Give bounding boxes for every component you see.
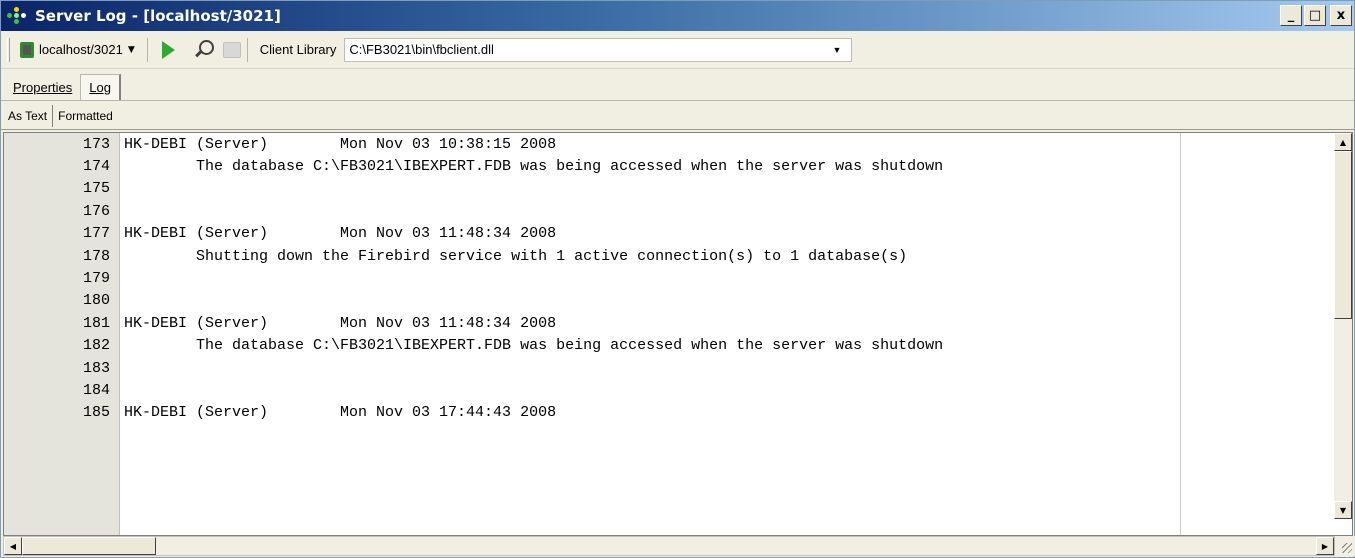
toolbar-separator-2: [246, 37, 248, 62]
view-tabs: As Text Formatted: [1, 102, 1354, 130]
toolbar-grip[interactable]: [7, 37, 10, 62]
line-number: 175: [82, 180, 110, 198]
log-lines: 173 HK-DEBI (Server) Mon Nov 03 10:38:15 …: [4, 133, 1326, 424]
window-title: Server Log - [localhost/3021]: [35, 7, 281, 25]
line-number: 176: [82, 202, 110, 220]
log-line-text: HK-DEBI (Server) Mon Nov 03 11:48:34 200…: [124, 225, 557, 243]
tab-properties-label: Properties: [13, 79, 73, 95]
horizontal-scroll-thumb[interactable]: [22, 537, 156, 555]
log-line: 180: [4, 290, 1326, 312]
line-number: 185: [82, 404, 110, 422]
play-icon[interactable]: [161, 40, 175, 59]
log-line: 184: [4, 379, 1326, 401]
scroll-up-button[interactable]: ▲: [1334, 133, 1352, 151]
log-line: 178 Shutting down the Firebird service w…: [4, 245, 1326, 267]
line-number: 174: [82, 158, 110, 176]
close-button[interactable]: x: [1330, 5, 1352, 26]
maximize-button[interactable]: □: [1304, 5, 1326, 26]
log-viewer[interactable]: 173 HK-DEBI (Server) Mon Nov 03 10:38:15 …: [3, 132, 1353, 536]
log-line: 185 HK-DEBI (Server) Mon Nov 03 17:44:43 …: [4, 402, 1326, 424]
database-icon: [20, 41, 34, 58]
line-number: 179: [82, 270, 110, 288]
log-line: 175: [4, 178, 1326, 200]
line-number: 183: [82, 359, 110, 377]
main-tabs: Properties Log: [1, 69, 1354, 101]
tab-log[interactable]: Log: [80, 74, 121, 100]
line-number: 178: [82, 247, 110, 265]
scroll-right-button[interactable]: ▶: [1316, 537, 1334, 555]
tab-as-text[interactable]: As Text: [3, 104, 54, 127]
log-line: 176: [4, 200, 1326, 222]
tab-properties[interactable]: Properties: [5, 74, 80, 100]
vertical-scrollbar[interactable]: ▲ ▼: [1334, 133, 1352, 519]
chevron-down-icon: ▼: [127, 44, 135, 55]
line-number: 182: [82, 337, 110, 355]
line-number: 177: [82, 225, 110, 243]
toolbar: localhost/3021 ▼ Client Library C:\FB302…: [1, 31, 1354, 69]
line-number: 180: [82, 292, 110, 310]
client-library-value: C:\FB3021\bin\fbclient.dll: [349, 42, 494, 57]
line-number: 173: [82, 135, 110, 153]
log-line-text: The database C:\FB3021\IBEXPERT.FDB was …: [124, 337, 944, 355]
title-bar[interactable]: Server Log - [localhost/3021] _ □ x: [1, 1, 1354, 31]
log-line: 173 HK-DEBI (Server) Mon Nov 03 10:38:15 …: [4, 133, 1326, 155]
log-line-text: HK-DEBI (Server) Mon Nov 03 10:38:15 200…: [124, 135, 557, 153]
client-library-select[interactable]: C:\FB3021\bin\fbclient.dll ▼: [344, 37, 853, 62]
tab-formatted[interactable]: Formatted: [53, 105, 118, 127]
log-line: 177 HK-DEBI (Server) Mon Nov 03 11:48:34 …: [4, 223, 1326, 245]
scroll-left-button[interactable]: ◀: [4, 537, 22, 555]
horizontal-scrollbar[interactable]: ◀ ▶: [3, 536, 1335, 556]
log-line-text: HK-DEBI (Server) Mon Nov 03 17:44:43 200…: [124, 404, 557, 422]
toolbar-separator: [146, 37, 148, 62]
minimize-button[interactable]: _: [1280, 5, 1302, 26]
tab-log-label: Log: [89, 80, 111, 95]
chevron-down-icon: ▼: [832, 44, 842, 55]
log-line: 183: [4, 357, 1326, 379]
scroll-down-button[interactable]: ▼: [1334, 501, 1352, 519]
vertical-scroll-thumb[interactable]: [1334, 151, 1352, 319]
line-number: 184: [82, 381, 110, 399]
client-library-label: Client Library: [259, 42, 337, 57]
log-line-text: HK-DEBI (Server) Mon Nov 03 11:48:34 200…: [124, 314, 557, 332]
server-log-window: Server Log - [localhost/3021] _ □ x loca…: [0, 0, 1355, 558]
log-line: 179: [4, 267, 1326, 289]
connection-label: localhost/3021: [39, 42, 123, 57]
log-line-text: The database C:\FB3021\IBEXPERT.FDB was …: [124, 158, 944, 176]
line-number: 181: [82, 314, 110, 332]
log-line-text: Shutting down the Firebird service with …: [124, 247, 908, 265]
connection-dropdown[interactable]: localhost/3021 ▼: [16, 37, 141, 63]
print-icon[interactable]: [222, 41, 241, 58]
window-controls: _ □ x: [1280, 5, 1352, 26]
server-log-app-icon: [7, 5, 29, 27]
resize-grip[interactable]: [1335, 536, 1355, 556]
log-line: 174 The database C:\FB3021\IBEXPERT.FDB …: [4, 155, 1326, 177]
log-line: 182 The database C:\FB3021\IBEXPERT.FDB …: [4, 335, 1326, 357]
search-icon[interactable]: [193, 39, 215, 61]
log-line: 181 HK-DEBI (Server) Mon Nov 03 11:48:34 …: [4, 312, 1326, 334]
